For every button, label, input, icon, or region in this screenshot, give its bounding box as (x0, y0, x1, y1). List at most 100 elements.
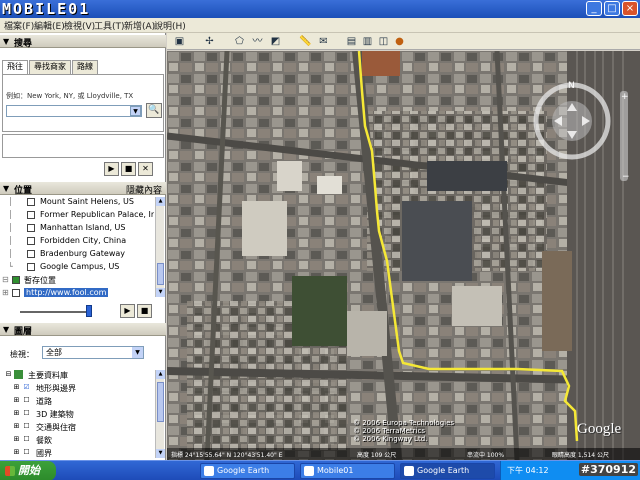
start-button[interactable]: 開始 (0, 461, 56, 480)
scroll-up-icon[interactable]: ▲ (156, 370, 165, 379)
scroll-up-icon[interactable]: ▲ (156, 197, 165, 206)
layer-item[interactable]: ⊞ ☐ 3D 建築物 (4, 409, 154, 421)
checkbox[interactable] (27, 198, 35, 206)
scroll-thumb[interactable] (157, 263, 164, 285)
expand-icon[interactable]: ⊞ (12, 396, 21, 405)
search-button[interactable]: 🔍 (146, 103, 162, 118)
search-results[interactable] (2, 134, 164, 158)
expand-icon[interactable]: ⊞ (12, 409, 21, 418)
email-icon[interactable]: ✉ (317, 35, 330, 48)
scroll-down-icon[interactable]: ▼ (156, 449, 165, 458)
expand-icon[interactable]: ⊞ (12, 383, 21, 392)
checkbox[interactable] (12, 289, 20, 297)
taskbar-item[interactable]: Google Earth (200, 463, 295, 479)
maximize-button[interactable]: □ (604, 1, 620, 16)
search-section-header[interactable]: ▼ 搜尋 (0, 35, 166, 49)
minimize-button[interactable]: _ (586, 1, 602, 16)
checkbox[interactable]: ☐ (22, 422, 31, 431)
app-icon (204, 466, 214, 476)
tab-find-business[interactable]: 尋找商家 (29, 60, 71, 74)
checkbox[interactable]: ☐ (22, 435, 31, 444)
sidebar-toggle-icon[interactable]: ▣ (173, 35, 186, 48)
checkbox[interactable] (27, 224, 35, 232)
clipboard-icon[interactable]: ▥ (361, 35, 374, 48)
expand-icon[interactable]: ⊟ (4, 370, 13, 379)
stop-tour-button[interactable]: ■ (137, 304, 152, 318)
checkbox[interactable]: ☐ (22, 448, 31, 457)
view-icon[interactable]: ◫ (377, 35, 390, 48)
menu-edit[interactable]: 編輯(E) (34, 19, 65, 32)
checkbox[interactable] (27, 250, 35, 258)
list-item[interactable]: │ Forbidden City, China (2, 236, 154, 247)
clear-button[interactable]: ✕ (138, 162, 153, 176)
print-icon[interactable]: ▤ (345, 35, 358, 48)
tab-fly-to[interactable]: 飛往 (2, 60, 28, 74)
menu-file[interactable]: 檔案(F) (4, 19, 34, 32)
map-toolbar: ▣ ✢ ⬠ 〰 ◩ 📏 ✉ ▤ ▥ ◫ ● (167, 33, 640, 50)
checkbox[interactable] (27, 211, 35, 219)
taskbar-item[interactable]: Mobile01 (300, 463, 395, 479)
play-tour-button[interactable]: ▶ (120, 304, 135, 318)
layer-item[interactable]: ⊞ ☐ 交通與住宿 (4, 422, 154, 434)
opacity-slider-thumb[interactable] (86, 305, 92, 317)
svg-text:+: + (621, 92, 629, 102)
menu-view[interactable]: 檢視(V) (64, 19, 95, 32)
fool-link-item[interactable]: ⊞ http://www.fool.com (2, 288, 154, 299)
collapse-arrow-icon[interactable]: ▼ (3, 184, 9, 193)
chevron-down-icon[interactable]: ▼ (130, 106, 141, 116)
image-overlay-icon[interactable]: ◩ (269, 35, 282, 48)
collapse-arrow-icon[interactable]: ▼ (3, 37, 9, 46)
ruler-icon[interactable]: 📏 (299, 35, 312, 48)
layers-section-header[interactable]: ▼ 圖層 (0, 323, 166, 337)
list-item[interactable]: └ Google Campus, US (2, 262, 154, 273)
menu-help[interactable]: 說明(H) (154, 19, 186, 32)
list-item[interactable]: │ Former Republican Palace, Ir (2, 210, 154, 221)
menu-add[interactable]: 新增(A) (124, 19, 155, 32)
placemark-icon[interactable]: ✢ (203, 35, 216, 48)
list-item[interactable]: │ Bradenburg Gateway (2, 249, 154, 260)
close-button[interactable]: × (622, 1, 638, 16)
opacity-slider-track[interactable] (20, 311, 90, 313)
expand-icon[interactable]: ⊞ (12, 448, 21, 457)
expand-icon[interactable]: ⊞ (12, 422, 21, 431)
layer-item[interactable]: ⊞ ☐ 道路 (4, 396, 154, 408)
checkbox[interactable]: ☐ (22, 409, 31, 418)
layer-item[interactable]: ⊞ ☐ 餐飲 (4, 435, 154, 447)
temp-places-folder[interactable]: ⊟ 暫存位置 (2, 275, 154, 286)
checkbox[interactable]: ☑ (22, 383, 31, 392)
scroll-thumb[interactable] (157, 382, 164, 422)
layer-item[interactable]: ⊞ ☑ 地形與邊界 (4, 383, 154, 395)
checkbox[interactable] (12, 276, 20, 284)
layers-view-select[interactable]: 全部 ▼ (42, 346, 144, 359)
taskbar-item[interactable]: Google Earth (400, 463, 495, 479)
checkbox[interactable] (27, 237, 35, 245)
sky-icon[interactable]: ● (393, 35, 406, 48)
layers-scrollbar[interactable]: ▲ ▼ (155, 370, 165, 458)
menu-tools[interactable]: 工具(T) (94, 19, 125, 32)
checkbox[interactable]: ☐ (22, 396, 31, 405)
list-item[interactable]: │ Mount Saint Helens, US (2, 197, 154, 208)
places-section-header[interactable]: ▼ 位置 隱藏內容 (0, 182, 166, 196)
scroll-down-icon[interactable]: ▼ (156, 288, 165, 297)
stop-button[interactable]: ■ (121, 162, 136, 176)
clock[interactable]: 下午 04:12 (507, 465, 549, 476)
list-item[interactable]: │ Manhattan Island, US (2, 223, 154, 234)
map-view[interactable]: N + − © 2006 Europa Technologies © 2006 … (167, 51, 640, 460)
tab-directions[interactable]: 路線 (72, 60, 98, 74)
map-status-bar: 指標 24°15'55.64" N 120°43'51.40" E 高度 109… (167, 448, 640, 460)
place-link[interactable]: http://www.fool.com (24, 288, 109, 297)
path-icon[interactable]: 〰 (251, 35, 264, 48)
layer-item[interactable]: ⊟ 主要資料庫 (4, 370, 154, 382)
expand-icon[interactable]: ⊞ (12, 435, 21, 444)
layer-item[interactable]: ⊞ ☐ 國界 (4, 448, 154, 460)
play-button[interactable]: ▶ (104, 162, 119, 176)
polygon-icon[interactable]: ⬠ (233, 35, 246, 48)
expand-icon[interactable]: ⊟ (2, 275, 9, 284)
search-input[interactable] (6, 105, 142, 117)
chevron-down-icon[interactable]: ▼ (132, 347, 143, 358)
svg-text:−: − (622, 172, 630, 182)
checkbox[interactable] (27, 263, 35, 271)
places-scrollbar[interactable]: ▲ ▼ (155, 197, 165, 297)
hide-content-link[interactable]: 隱藏內容 (126, 183, 162, 196)
collapse-arrow-icon[interactable]: ▼ (3, 325, 9, 334)
